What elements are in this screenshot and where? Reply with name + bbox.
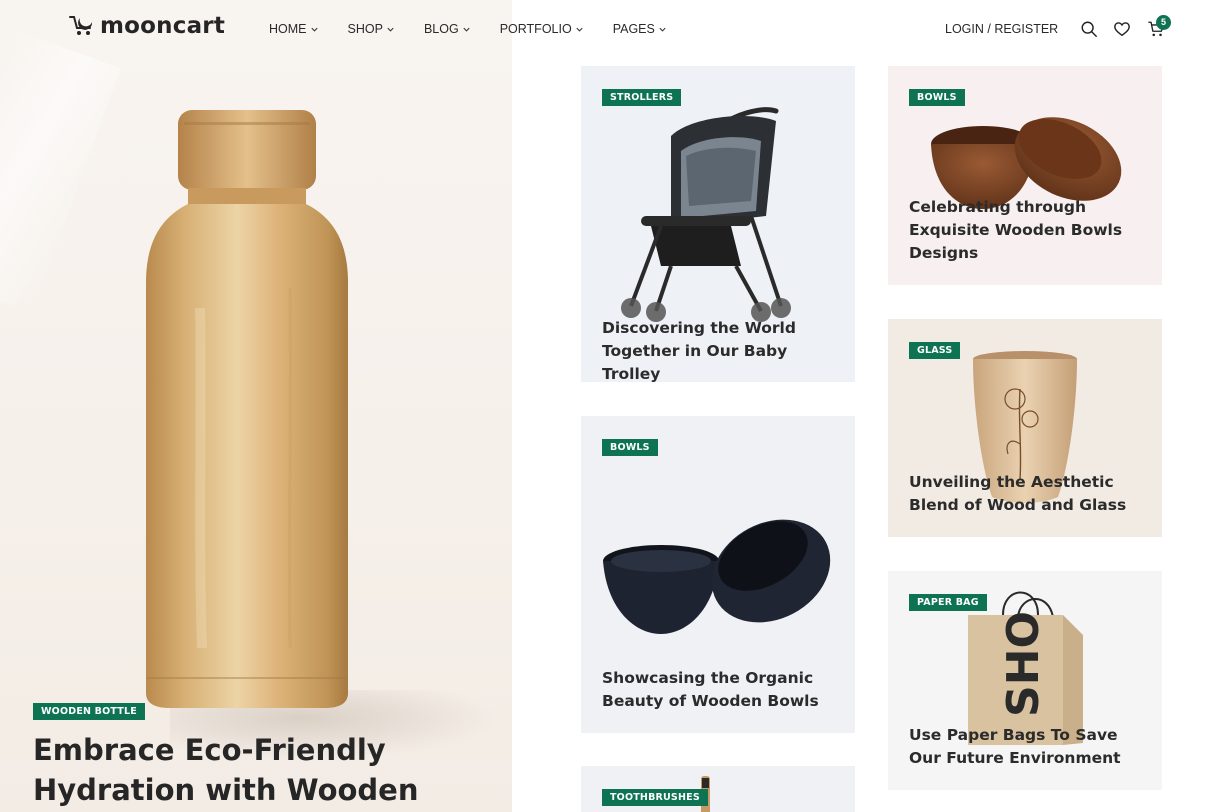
chevron-down-icon [576, 27, 583, 32]
post-title[interactable]: Discovering the World Together in Our Ba… [602, 317, 841, 382]
post-title[interactable]: Showcasing the Organic Beauty of Wooden … [602, 667, 841, 713]
brand-name: mooncart [100, 13, 226, 39]
nav-label: PORTFOLIO [499, 22, 572, 36]
post-card-wood-and-glass[interactable]: GLASS Unveiling the Aesthetic Blend of W… [888, 319, 1162, 537]
post-title[interactable]: Unveiling the Aesthetic Blend of Wood an… [909, 471, 1148, 517]
chevron-down-icon [463, 27, 470, 32]
nav-label: HOME [269, 22, 307, 36]
nav-label: PAGES [612, 22, 655, 36]
nav-item-pages[interactable]: PAGES [613, 22, 667, 36]
nav-item-shop[interactable]: SHOP [348, 22, 395, 36]
heart-icon[interactable] [1113, 20, 1131, 38]
post-title[interactable]: Use Paper Bags To Save Our Future Enviro… [909, 724, 1148, 770]
nav-item-portfolio[interactable]: PORTFOLIO [500, 22, 584, 36]
hero-banner[interactable]: WOODEN BOTTLE Embrace Eco-Friendly Hydra… [0, 0, 512, 812]
hero-light-sheen [0, 27, 121, 313]
chevron-down-icon [659, 27, 666, 32]
black-bowls-image [603, 519, 831, 634]
cart-moon-logo-icon [69, 16, 93, 35]
search-icon[interactable] [1080, 20, 1098, 38]
nav-item-home[interactable]: HOME [269, 22, 319, 36]
main-navigation: HOME SHOP BLOG PORTFOLIO PAGES [269, 22, 696, 36]
cart-count-badge: 5 [1156, 15, 1171, 30]
chevron-down-icon [310, 27, 318, 32]
nav-label: BLOG [423, 22, 459, 36]
post-category-tag[interactable]: TOOTHBRUSHES [602, 789, 708, 806]
post-category-tag[interactable]: BOWLS [602, 439, 658, 456]
hero-title[interactable]: Embrace Eco-Friendly Hydration with Wood… [33, 730, 493, 810]
post-category-tag[interactable]: BOWLS [909, 89, 965, 106]
post-card-strollers[interactable]: STROLLERS Discovering the World Together… [581, 66, 855, 382]
brand-logo[interactable]: mooncart [68, 13, 225, 39]
post-card-toothbrushes[interactable]: TOOTHBRUSHES [581, 766, 855, 812]
site-header: mooncart HOME SHOP BLOG PORTFOLIO PAGES … [0, 0, 1230, 60]
post-category-tag[interactable]: STROLLERS [602, 89, 682, 106]
post-category-tag[interactable]: GLASS [909, 342, 961, 359]
post-card-organic-bowls[interactable]: BOWLS Showcasing the Organic Beauty of W… [581, 416, 855, 733]
post-title[interactable]: Celebrating through Exquisite Wooden Bow… [909, 196, 1148, 265]
post-card-wooden-bowls-designs[interactable]: BOWLS Celebrating through Exquisite Wood… [888, 66, 1162, 285]
login-register-link[interactable]: LOGIN / REGISTER [945, 22, 1058, 36]
wooden-bottle-image [146, 110, 348, 708]
nav-label: SHOP [347, 22, 383, 36]
post-category-tag[interactable]: PAPER BAG [909, 594, 987, 611]
hero-category-tag[interactable]: WOODEN BOTTLE [33, 703, 145, 720]
chevron-down-icon [387, 27, 394, 32]
nav-item-blog[interactable]: BLOG [424, 22, 471, 36]
post-card-paper-bags[interactable]: PAPER BAG SHO Use Paper Bags To Save Our… [888, 571, 1162, 790]
stroller-image [621, 107, 791, 322]
svg-text:SHO: SHO [998, 611, 1049, 717]
